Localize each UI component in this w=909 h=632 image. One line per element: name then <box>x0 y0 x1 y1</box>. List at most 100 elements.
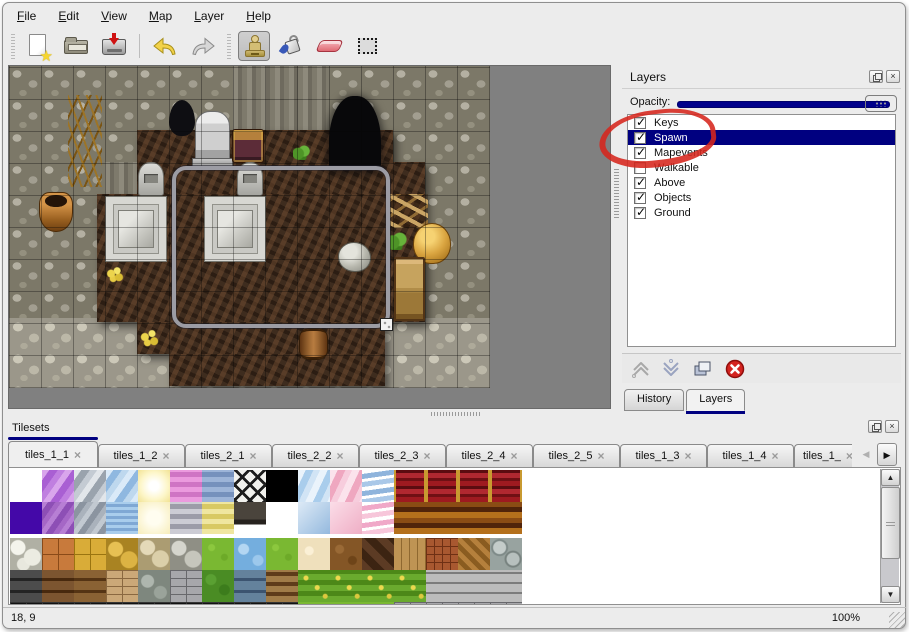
tile-redCarpet[interactable] <box>394 470 426 502</box>
map-canvas[interactable] <box>9 66 490 388</box>
tile-tanBrick[interactable] <box>106 570 138 602</box>
tile-grayPlanks[interactable] <box>426 570 458 602</box>
tile-grayCrystalSm[interactable] <box>74 502 106 534</box>
save-file-button[interactable] <box>98 31 130 61</box>
scrollbar-thumb[interactable] <box>881 487 900 559</box>
tileset-tab-tiles_1_1[interactable]: tiles_1_1× <box>8 441 98 467</box>
tile-brownCarpet[interactable] <box>426 502 458 534</box>
delete-layer-button[interactable] <box>724 358 748 380</box>
tile-grayLogs[interactable] <box>490 538 522 570</box>
tile-blueCrystal2[interactable] <box>298 470 330 502</box>
tileset-tab-tiles_1_3[interactable]: tiles_1_3× <box>620 444 707 467</box>
raise-layer-button[interactable] <box>630 358 654 380</box>
tile-darkTile[interactable] <box>234 602 266 605</box>
tile-grayStoneWall[interactable] <box>138 570 170 602</box>
tile-empty[interactable] <box>10 470 42 502</box>
tile-darkTile[interactable] <box>170 602 202 605</box>
layer-visibility-checkbox[interactable]: ✓ <box>634 177 646 189</box>
select-tool-button[interactable] <box>352 31 384 61</box>
eraser-tool-button[interactable] <box>314 31 346 61</box>
tile-grayBrick[interactable] <box>490 602 522 605</box>
tile-sand[interactable] <box>298 538 330 570</box>
layer-row-ground[interactable]: ✓Ground <box>628 205 895 220</box>
tile-grayBrick[interactable] <box>426 602 458 605</box>
tile-dirt[interactable] <box>330 538 362 570</box>
tile-darkTile[interactable] <box>202 602 234 605</box>
close-panel-button[interactable]: × <box>886 70 900 83</box>
layer-row-spawn[interactable]: ✓Spawn <box>628 130 895 145</box>
vertical-splitter[interactable] <box>611 65 622 409</box>
tile-darkTile[interactable] <box>74 602 106 605</box>
tileset-tab-tiles_2_5[interactable]: tiles_2_5× <box>533 444 620 467</box>
tile-grayBrick[interactable] <box>458 602 490 605</box>
selection-resize-handle[interactable] <box>380 318 393 331</box>
tile-pinkStripes[interactable] <box>170 470 202 502</box>
tile-brownCarpet[interactable] <box>394 502 426 534</box>
tab-close-icon[interactable]: × <box>685 451 692 461</box>
tile-grayBrick[interactable] <box>170 570 202 602</box>
tab-close-icon[interactable]: × <box>511 451 518 461</box>
tile-brownWall[interactable] <box>42 570 74 602</box>
opacity-slider-handle[interactable] <box>865 95 897 112</box>
tabs-scroll-left-button[interactable]: ◀ <box>856 443 876 466</box>
tile-darkTile[interactable] <box>138 602 170 605</box>
close-panel-button[interactable]: × <box>885 420 899 433</box>
tile-purpleCrystalSm[interactable] <box>42 502 74 534</box>
layer-visibility-checkbox[interactable] <box>634 162 646 174</box>
tab-close-icon[interactable]: × <box>846 451 852 461</box>
layer-visibility-checkbox[interactable]: ✓ <box>634 207 646 219</box>
open-file-button[interactable] <box>60 31 92 61</box>
tileset-tab-tiles_2_1[interactable]: tiles_2_1× <box>185 444 272 467</box>
lower-layer-button[interactable] <box>660 358 684 380</box>
tile-redCarpet[interactable] <box>458 470 490 502</box>
tile-orangeTiles[interactable] <box>42 538 74 570</box>
map-selection-rect[interactable] <box>172 166 390 328</box>
tile-yellowTiles[interactable] <box>74 538 106 570</box>
tile-grassFlowers[interactable] <box>298 570 330 602</box>
tab-close-icon[interactable]: × <box>74 450 81 460</box>
tile-grass[interactable] <box>298 602 330 605</box>
tab-close-icon[interactable]: × <box>598 451 605 461</box>
new-file-button[interactable]: ★ <box>22 31 54 61</box>
menu-layer[interactable]: Layer <box>183 6 235 26</box>
tab-layers[interactable]: Layers <box>686 389 745 411</box>
tile-brownWall2[interactable] <box>74 570 106 602</box>
tile-yellowStripes[interactable] <box>202 502 234 534</box>
fill-tool-button[interactable] <box>276 31 308 61</box>
layer-row-walkable[interactable]: Walkable <box>628 160 895 175</box>
tile-blueCrystal[interactable] <box>106 470 138 502</box>
tile-hedge[interactable] <box>202 570 234 602</box>
tile-herringbone[interactable] <box>458 538 490 570</box>
tile-grass[interactable] <box>202 538 234 570</box>
tab-history[interactable]: History <box>624 389 684 411</box>
toolbar-grip[interactable] <box>9 33 16 59</box>
toolbar-grip[interactable] <box>225 33 232 59</box>
tile-dirtRows[interactable] <box>266 570 298 602</box>
tile-blueWall[interactable] <box>234 570 266 602</box>
tile-brownCarpet[interactable] <box>490 502 522 534</box>
tile-beigeStones[interactable] <box>138 538 170 570</box>
tile-brownCarpet[interactable] <box>458 502 490 534</box>
tile-black[interactable] <box>266 470 298 502</box>
tileset-tab-tiles_2_3[interactable]: tiles_2_3× <box>359 444 446 467</box>
menu-map[interactable]: Map <box>138 6 183 26</box>
tile-grass[interactable] <box>266 538 298 570</box>
tile-purpleCrystal[interactable] <box>42 470 74 502</box>
tile-grayStones[interactable] <box>170 538 202 570</box>
map-view[interactable] <box>8 65 611 409</box>
tile-darkPlanks[interactable] <box>362 538 394 570</box>
tile-yellowStones[interactable] <box>106 538 138 570</box>
tile-redCarpet[interactable] <box>426 470 458 502</box>
window-resize-grip[interactable] <box>889 612 905 628</box>
layer-visibility-checkbox[interactable]: ✓ <box>634 132 646 144</box>
tile-grassFlowers[interactable] <box>362 570 394 602</box>
scroll-up-button[interactable]: ▲ <box>881 469 900 486</box>
tile-grass[interactable] <box>362 602 394 605</box>
tile-paleYellow[interactable] <box>138 502 170 534</box>
tileset-tab-tiles_2_4[interactable]: tiles_2_4× <box>446 444 533 467</box>
tile-grayStripes[interactable] <box>170 502 202 534</box>
tileset-tab-tiles_1_[interactable]: tiles_1_× <box>794 444 852 467</box>
layer-visibility-checkbox[interactable]: ✓ <box>634 117 646 129</box>
tabs-scroll-right-button[interactable]: ▶ <box>877 443 897 466</box>
tile-pinkStreamer[interactable] <box>362 502 394 534</box>
